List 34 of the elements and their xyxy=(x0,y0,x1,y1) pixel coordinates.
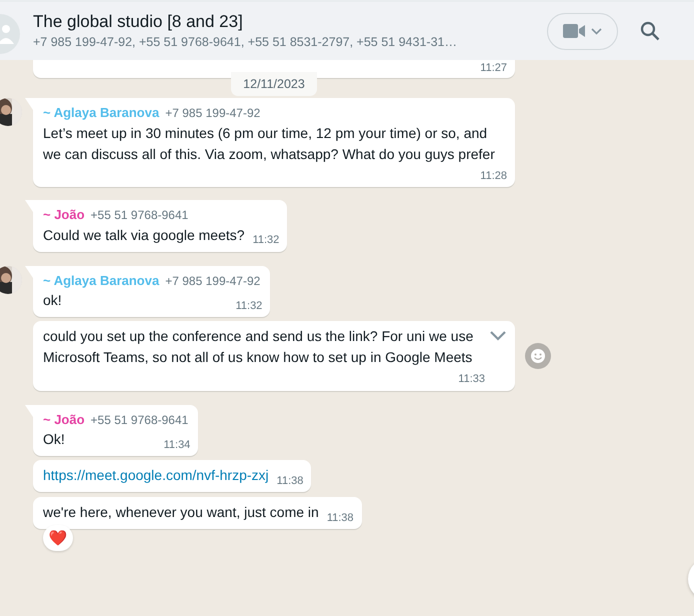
message-time: 11:32 xyxy=(252,233,280,248)
chevron-down-icon[interactable] xyxy=(489,329,507,344)
chat-title[interactable]: The global studio [8 and 23] xyxy=(33,11,457,33)
heart-reaction[interactable]: ❤ xyxy=(43,525,73,552)
message-time: 11:33 xyxy=(458,372,485,388)
message-time: 11:38 xyxy=(276,474,304,489)
message-time: 11:28 xyxy=(480,168,507,184)
message-time: 11:34 xyxy=(164,438,190,453)
participants-list[interactable]: +7 985 199-47-92, +55 51 9768-9641, +55 51 8531-2797, +55 51 9431-31… xyxy=(33,33,457,51)
message-time: 11:27 xyxy=(480,61,507,76)
search-icon[interactable] xyxy=(640,21,660,41)
smiley-icon xyxy=(530,348,546,364)
sender-phone: +7 985 199-47-92 xyxy=(165,105,260,122)
sender-name[interactable]: ~ João xyxy=(43,410,85,430)
sender-phone: +55 51 9768-9641 xyxy=(90,207,188,224)
date-chip: 12/11/2023 xyxy=(231,72,317,96)
video-camera-icon xyxy=(563,24,585,38)
meeting-link[interactable]: https://meet.google.com/nvf-hrzp-zxj xyxy=(43,465,269,486)
sender-phone: +55 51 9768-9641 xyxy=(90,412,188,429)
sender-phone: +7 985 199-47-92 xyxy=(165,272,260,290)
sender-name[interactable]: ~ Aglaya Baranova xyxy=(43,270,160,290)
message-text: could you set up the conference and send us the link? For uni we use Microsoft Teams, so not all of us know how to set up in Google Meets xyxy=(43,327,474,368)
message-text: we're here, whenever you want, just come in xyxy=(43,503,319,522)
message-text: Ok! xyxy=(43,430,66,450)
message-text: Could we talk via google meets? xyxy=(43,226,245,245)
video-call-button[interactable] xyxy=(547,12,618,50)
emoji-reaction-button[interactable] xyxy=(525,343,551,370)
sender-name[interactable]: ~ Aglaya Baranova xyxy=(43,103,160,123)
message-text: Let’s meet up in 30 minutes (6 pm our time, 12 pm your time) or so, and we can discuss all of this. Via zoom, whatsapp? What do you guys prefer xyxy=(43,124,496,164)
message-text: ok! xyxy=(43,291,63,310)
message-time: 11:32 xyxy=(236,298,262,314)
sender-name[interactable]: ~ João xyxy=(43,205,85,225)
message-time: 11:38 xyxy=(326,510,354,526)
caret-icon xyxy=(591,28,602,34)
